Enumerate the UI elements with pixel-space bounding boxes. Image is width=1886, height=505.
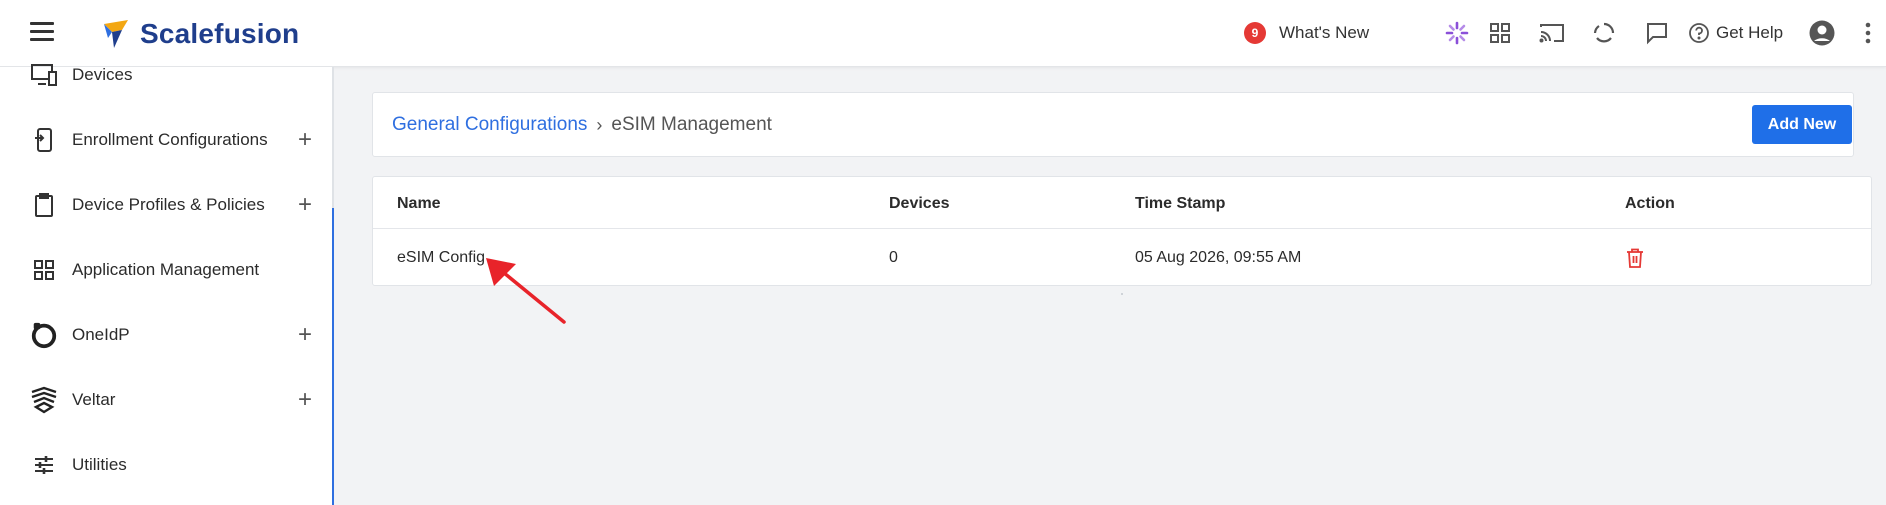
spinner-icon[interactable] bbox=[1440, 16, 1474, 50]
sidebar-item-label: Utilities bbox=[72, 455, 127, 474]
breadcrumb-link-general-configurations[interactable]: General Configurations bbox=[392, 114, 587, 136]
sliders-icon bbox=[30, 451, 58, 479]
sidebar-item-label: Enrollment Configurations bbox=[72, 130, 268, 149]
sidebar-item-devices[interactable]: Devices bbox=[0, 55, 332, 95]
sidebar-item-device-profiles-policies[interactable]: Device Profiles & Policies + bbox=[0, 185, 332, 225]
row-devices-count: 0 bbox=[889, 249, 898, 266]
clipboard-icon bbox=[30, 191, 58, 219]
sidebar-item-label: Veltar bbox=[72, 390, 116, 409]
row-name-link[interactable]: eSIM Config bbox=[397, 249, 485, 267]
scalefusion-logo-icon bbox=[104, 20, 128, 48]
brand-logo[interactable]: Scalefusion bbox=[100, 14, 299, 54]
menu-icon[interactable] bbox=[30, 22, 54, 42]
sidebar-item-application-management[interactable]: Application Management bbox=[0, 250, 332, 290]
apps-grid-icon[interactable] bbox=[1483, 16, 1517, 50]
trash-icon[interactable] bbox=[1625, 247, 1645, 269]
whats-new-button[interactable]: 9 What's New bbox=[1244, 16, 1369, 50]
expand-plus-icon[interactable]: + bbox=[298, 128, 312, 152]
column-header-name[interactable]: Name bbox=[397, 195, 441, 213]
sidebar: Devices Enrollment Configurations + Devi… bbox=[0, 64, 334, 505]
expand-plus-icon[interactable]: + bbox=[298, 323, 312, 347]
sidebar-item-veltar[interactable]: Veltar + bbox=[0, 380, 332, 420]
table-header: Name Devices Time Stamp Action bbox=[373, 177, 1871, 229]
whats-new-count-badge: 9 bbox=[1244, 22, 1266, 44]
brand-name: Scalefusion bbox=[140, 18, 300, 49]
esim-table: Name Devices Time Stamp Action eSIM Conf… bbox=[372, 176, 1872, 286]
breadcrumb-separator-icon: › bbox=[596, 114, 603, 135]
apps-grid-icon bbox=[30, 256, 58, 284]
oneidp-icon bbox=[30, 321, 58, 349]
help-circle-icon bbox=[1689, 23, 1709, 43]
devices-icon bbox=[30, 61, 58, 89]
sidebar-item-utilities[interactable]: Utilities bbox=[0, 445, 332, 485]
add-new-button[interactable]: Add New bbox=[1752, 105, 1852, 144]
sidebar-item-label: Device Profiles & Policies bbox=[72, 195, 265, 214]
whats-new-label: What's New bbox=[1279, 23, 1370, 42]
more-vertical-icon[interactable] bbox=[1858, 16, 1878, 50]
breadcrumb-current: eSIM Management bbox=[611, 114, 772, 135]
column-header-devices[interactable]: Devices bbox=[889, 195, 950, 213]
column-header-action: Action bbox=[1625, 195, 1675, 212]
breadcrumb: General Configurations › eSIM Management bbox=[392, 114, 772, 136]
row-timestamp: 05 Aug 2026, 09:55 AM bbox=[1135, 249, 1302, 266]
get-help-label: Get Help bbox=[1716, 23, 1784, 42]
divider-dot bbox=[1121, 293, 1123, 295]
column-header-timestamp[interactable]: Time Stamp bbox=[1135, 195, 1225, 213]
breadcrumb-card: General Configurations › eSIM Management bbox=[372, 92, 1854, 157]
expand-plus-icon[interactable]: + bbox=[298, 193, 312, 217]
account-icon[interactable] bbox=[1805, 16, 1839, 50]
veltar-icon bbox=[30, 386, 58, 414]
cast-icon[interactable] bbox=[1535, 16, 1569, 50]
sync-icon[interactable] bbox=[1587, 16, 1621, 50]
sidebar-item-label: Application Management bbox=[72, 260, 260, 279]
sidebar-scroll-indicator bbox=[332, 208, 334, 505]
sidebar-item-oneidp[interactable]: OneIdP + bbox=[0, 315, 332, 355]
get-help-button[interactable]: Get Help bbox=[1688, 16, 1783, 50]
expand-plus-icon[interactable]: + bbox=[298, 388, 312, 412]
enrollment-icon bbox=[30, 126, 58, 154]
chat-icon[interactable] bbox=[1640, 16, 1674, 50]
sidebar-item-label: Devices bbox=[72, 65, 133, 84]
sidebar-item-enrollment-configurations[interactable]: Enrollment Configurations + bbox=[0, 120, 332, 160]
sidebar-item-label: OneIdP bbox=[72, 325, 130, 344]
